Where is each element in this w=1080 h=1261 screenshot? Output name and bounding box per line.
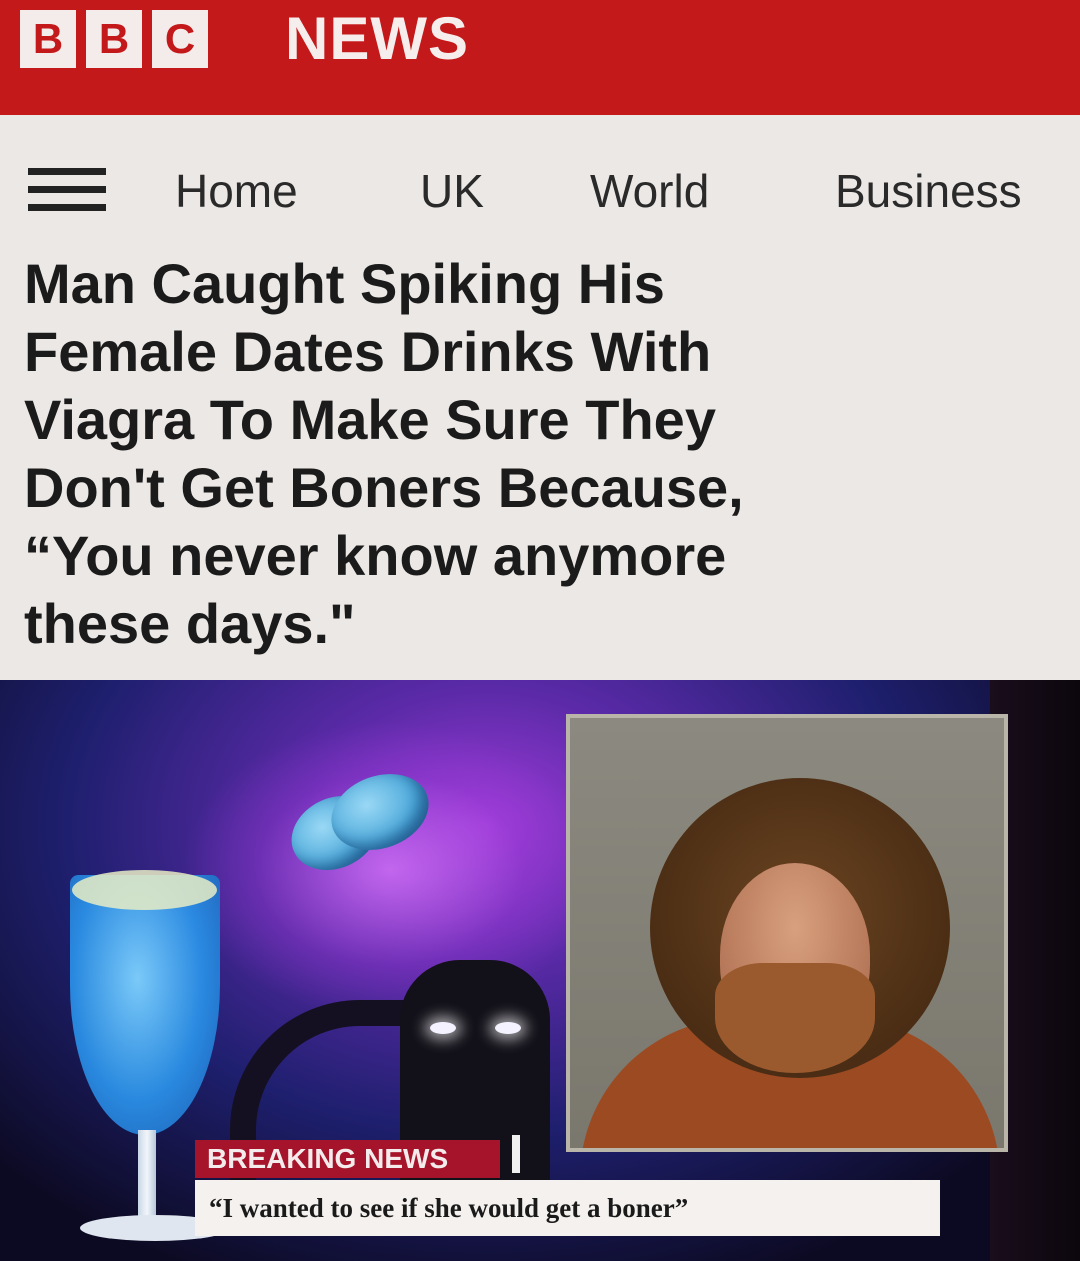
section-title[interactable]: NEWS — [285, 2, 469, 76]
ticker-marker — [512, 1135, 520, 1173]
beard — [715, 963, 875, 1073]
cocktail-glass-stem — [138, 1130, 156, 1225]
cocktail-glass-rim — [72, 870, 217, 910]
nav-bar: Home UK World Business — [0, 115, 1080, 245]
bbc-logo-block: B — [86, 10, 142, 68]
masthead: B B C NEWS — [0, 0, 1080, 115]
bbc-logo[interactable]: B B C — [20, 10, 208, 68]
glowing-eye — [495, 1022, 521, 1034]
bbc-logo-block: B — [20, 10, 76, 68]
nav-item-world[interactable]: World — [590, 163, 709, 219]
article-headline[interactable]: Man Caught Spiking His Female Dates Drin… — [24, 250, 1054, 658]
mugshot-photo — [566, 714, 1008, 1152]
ticker-quote: “I wanted to see if she would get a bone… — [195, 1180, 940, 1236]
cocktail-glass-image — [70, 875, 220, 1135]
article-image[interactable]: BREAKING NEWS “I wanted to see if she wo… — [0, 680, 1080, 1261]
nav-item-uk[interactable]: UK — [420, 163, 484, 219]
bbc-logo-block: C — [152, 10, 208, 68]
glowing-eye — [430, 1022, 456, 1034]
nav-item-business[interactable]: Business — [835, 163, 1022, 219]
nav-item-home[interactable]: Home — [175, 163, 298, 219]
breaking-news-label: BREAKING NEWS — [195, 1140, 500, 1178]
purple-glow — [180, 720, 600, 1020]
hamburger-icon[interactable] — [28, 168, 106, 216]
